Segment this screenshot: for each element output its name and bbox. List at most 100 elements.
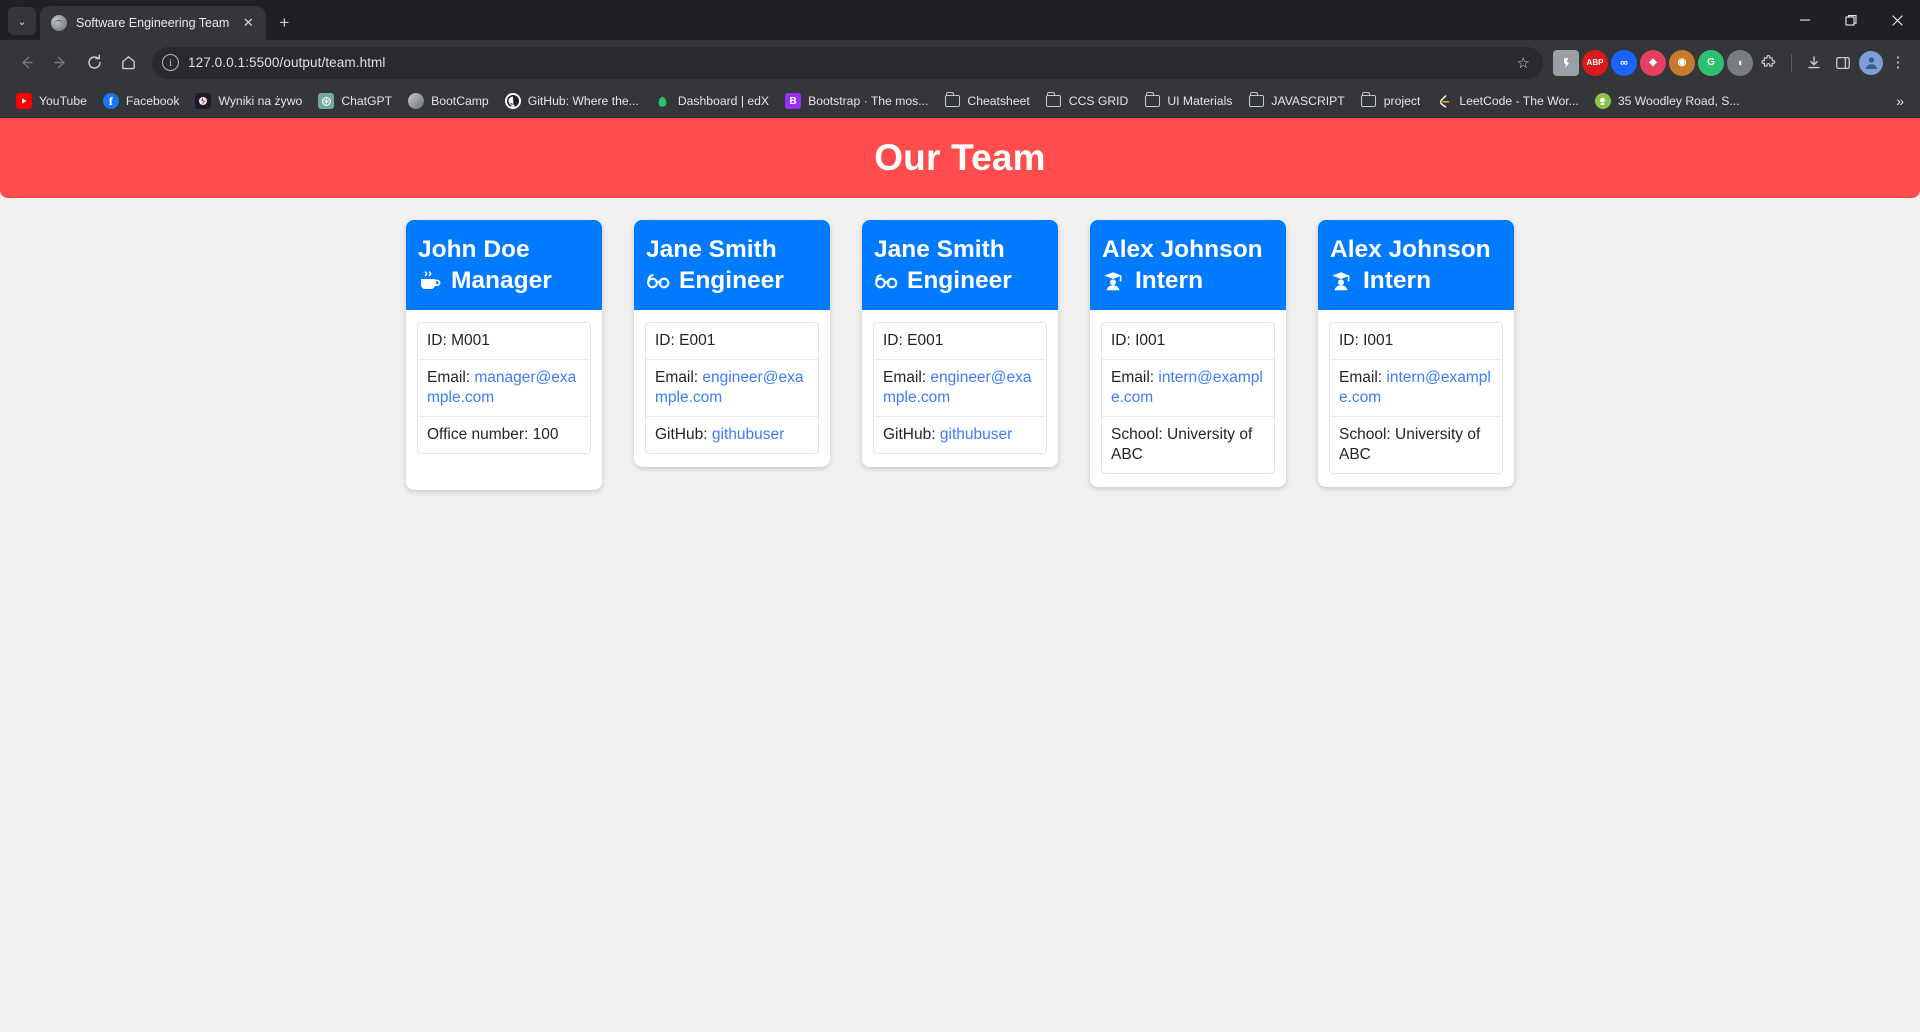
list-item: ID: I001 bbox=[1330, 323, 1502, 360]
github-label: GitHub: bbox=[655, 426, 708, 444]
reading-extension-icon[interactable] bbox=[1553, 49, 1579, 76]
card-member-role-row: Manager bbox=[418, 265, 590, 296]
bookmark-chatgpt[interactable]: ChatGPT bbox=[310, 89, 400, 113]
honey-extension-icon[interactable]: ◉ bbox=[1669, 49, 1695, 76]
folder-icon bbox=[1248, 92, 1264, 109]
maximize-restore-button[interactable] bbox=[1828, 0, 1874, 40]
card-member-role-row: Engineer bbox=[874, 265, 1046, 296]
bookmarks-overflow-button[interactable]: » bbox=[1888, 93, 1912, 109]
graduation-student-icon bbox=[1102, 268, 1128, 294]
bookmark-facebook[interactable]: f Facebook bbox=[95, 89, 188, 113]
forward-button[interactable] bbox=[44, 47, 76, 79]
address-bar[interactable]: i 127.0.0.1:5500/output/team.html ☆ bbox=[152, 46, 1543, 79]
email-label: Email: bbox=[883, 368, 927, 386]
bookmark-label: JAVASCRIPT bbox=[1271, 94, 1345, 108]
card-member-name: Jane Smith bbox=[874, 236, 1005, 263]
adblock-plus-extension-icon[interactable]: ABP bbox=[1582, 49, 1608, 76]
github-link[interactable]: githubuser bbox=[712, 426, 784, 443]
dark-reader-extension-icon[interactable]: ◖ bbox=[1727, 49, 1753, 76]
chevron-down-icon: ⌄ bbox=[17, 15, 27, 28]
github-link[interactable]: githubuser bbox=[940, 426, 1012, 443]
bookmark-label: Cheatsheet bbox=[967, 94, 1030, 108]
bookmark-star-icon[interactable]: ☆ bbox=[1510, 54, 1537, 72]
coffee-cup-icon bbox=[418, 268, 444, 294]
email-label: Email: bbox=[655, 368, 699, 386]
github-icon bbox=[504, 93, 521, 109]
bookmark-bootcamp[interactable]: BootCamp bbox=[400, 89, 497, 113]
school-name: School: University of ABC bbox=[1339, 426, 1481, 464]
close-window-button[interactable] bbox=[1874, 0, 1920, 40]
bookmark-label: project bbox=[1383, 94, 1421, 108]
team-card-engineer-1: Jane Smith Engineer ID: E001 Email: engi… bbox=[634, 220, 830, 468]
puzzle-extensions-button[interactable] bbox=[1756, 50, 1782, 76]
tab-software-engineering-team[interactable]: Software Engineering Team ✕ bbox=[40, 6, 267, 40]
card-member-role-row: Intern bbox=[1102, 265, 1274, 296]
bookmark-label: Dashboard | edX bbox=[677, 94, 770, 108]
team-card-intern-2: Alex Johnson Intern ID: I001 Email: inte… bbox=[1318, 220, 1514, 488]
bookmark-folder-cheatsheet[interactable]: Cheatsheet bbox=[936, 89, 1037, 113]
bookmark-label: LeetCode - The Wor... bbox=[1459, 94, 1579, 108]
info-circle-icon[interactable]: i bbox=[162, 54, 179, 71]
grammarly-extension-icon[interactable]: G bbox=[1698, 49, 1724, 76]
card-member-name: Alex Johnson bbox=[1102, 236, 1263, 263]
bookmark-label: CCS GRID bbox=[1068, 94, 1129, 108]
folder-icon bbox=[1046, 92, 1062, 109]
flashscore-icon bbox=[195, 93, 212, 109]
member-id: ID: E001 bbox=[883, 331, 944, 349]
bookmark-label: Wyniki na żywo bbox=[218, 94, 303, 108]
list-item: Email: intern@example.com bbox=[1330, 360, 1502, 418]
member-id: ID: I001 bbox=[1111, 331, 1166, 349]
facebook-icon: f bbox=[102, 93, 119, 109]
card-body: ID: M001 Email: manager@example.com Offi… bbox=[406, 310, 602, 491]
back-button[interactable] bbox=[10, 47, 42, 79]
chatgpt-icon bbox=[318, 93, 335, 109]
bookmark-label: GitHub: Where the... bbox=[527, 94, 639, 108]
folder-icon bbox=[944, 92, 960, 109]
bookmark-label: YouTube bbox=[39, 94, 87, 108]
bookmark-wyniki-na-zywo[interactable]: Wyniki na żywo bbox=[187, 89, 310, 113]
list-item: Email: engineer@example.com bbox=[874, 360, 1046, 418]
card-member-role-row: Intern bbox=[1330, 265, 1502, 296]
home-button[interactable] bbox=[112, 47, 144, 79]
browser-window: ⌄ Software Engineering Team ✕ + i 127.0.… bbox=[0, 0, 1920, 1032]
bookmark-bootstrap[interactable]: B Bootstrap · The mos... bbox=[777, 89, 936, 113]
bookmark-dashboard-edx[interactable]: Dashboard | edX bbox=[647, 89, 777, 113]
wappalyzer-extension-icon[interactable]: ◆ bbox=[1640, 49, 1666, 76]
minimize-button[interactable] bbox=[1782, 0, 1828, 40]
side-panel-icon[interactable] bbox=[1830, 50, 1856, 76]
bookmark-folder-ui-materials[interactable]: UI Materials bbox=[1136, 89, 1240, 113]
url-text[interactable]: 127.0.0.1:5500/output/team.html bbox=[188, 55, 1510, 70]
toolbar-divider bbox=[1791, 53, 1792, 72]
bookmark-35-woodley-road[interactable]: 35 Woodley Road, S... bbox=[1587, 89, 1748, 113]
bookmark-github[interactable]: GitHub: Where the... bbox=[497, 89, 647, 113]
member-id: ID: E001 bbox=[655, 331, 716, 349]
bookmark-leetcode[interactable]: LeetCode - The Wor... bbox=[1428, 89, 1586, 113]
school-name: School: University of ABC bbox=[1111, 426, 1253, 464]
folder-icon bbox=[1361, 92, 1377, 109]
email-label: Email: bbox=[1111, 368, 1155, 386]
bookmark-folder-javascript[interactable]: JAVASCRIPT bbox=[1240, 89, 1352, 113]
card-member-name: John Doe bbox=[418, 236, 530, 263]
download-icon[interactable] bbox=[1801, 50, 1827, 76]
bookmark-folder-project[interactable]: project bbox=[1353, 89, 1429, 113]
card-detail-list: ID: E001 Email: engineer@example.com Git… bbox=[873, 321, 1047, 455]
loom-extension-icon[interactable]: ∞ bbox=[1611, 49, 1637, 76]
bookmark-label: UI Materials bbox=[1167, 94, 1233, 108]
card-detail-list: ID: E001 Email: engineer@example.com Git… bbox=[645, 321, 819, 455]
card-body: ID: E001 Email: engineer@example.com Git… bbox=[862, 310, 1058, 468]
new-tab-button[interactable]: + bbox=[274, 13, 294, 33]
list-item: School: University of ABC bbox=[1330, 417, 1502, 473]
browser-menu-button[interactable]: ⋮ bbox=[1886, 55, 1910, 70]
avatar[interactable] bbox=[1859, 50, 1883, 75]
bookmark-folder-ccs-grid[interactable]: CCS GRID bbox=[1038, 89, 1137, 113]
tab-search-button[interactable]: ⌄ bbox=[8, 7, 36, 35]
close-icon[interactable]: ✕ bbox=[238, 13, 258, 33]
bookmark-youtube[interactable]: YouTube bbox=[8, 89, 95, 113]
page-viewport: Our Team John Doe Manager ID: M001 Email… bbox=[0, 118, 1920, 1032]
leetcode-icon bbox=[1436, 93, 1452, 109]
card-header: Alex Johnson Intern bbox=[1090, 220, 1286, 310]
bootstrap-icon: B bbox=[785, 93, 802, 109]
team-card-grid: John Doe Manager ID: M001 Email: manager… bbox=[0, 198, 1920, 491]
email-label: Email: bbox=[427, 368, 471, 386]
reload-button[interactable] bbox=[78, 47, 110, 79]
